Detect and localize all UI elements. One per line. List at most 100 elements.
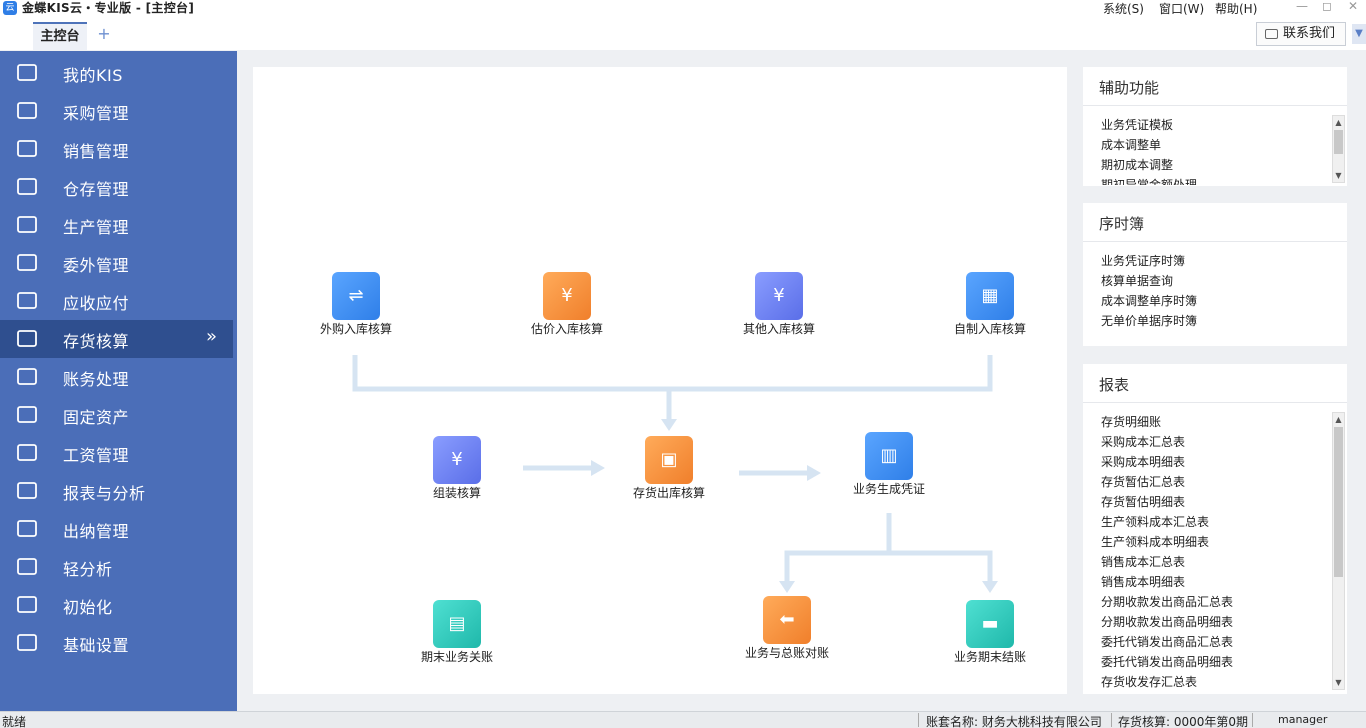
printer-icon[interactable]: ▬ bbox=[966, 600, 1014, 648]
account-name: 账套名称: 财务大桃科技有限公司 bbox=[926, 715, 1102, 728]
panel-link[interactable]: 存货暂估汇总表 bbox=[1101, 472, 1329, 492]
reports-scrollbar[interactable]: ▲ ▼ bbox=[1332, 412, 1345, 690]
panel-link[interactable]: 存货暂估明细表 bbox=[1101, 492, 1329, 512]
calculator-icon[interactable]: ▦ bbox=[966, 272, 1014, 320]
sidebar-item-label: 账务处理 bbox=[63, 370, 130, 389]
expand-chevron-icon[interactable]: » bbox=[206, 326, 217, 347]
sidebar-item[interactable]: 我的KIS bbox=[0, 54, 233, 92]
contact-us-button[interactable]: 联系我们 bbox=[1256, 22, 1346, 46]
sidebar-item-label: 出纳管理 bbox=[63, 522, 130, 541]
panel-link[interactable]: 存货明细账 bbox=[1101, 412, 1329, 432]
sidebar-item[interactable]: 销售管理 bbox=[0, 130, 233, 168]
aux-functions-title: 辅助功能 bbox=[1099, 79, 1160, 97]
sidebar-item[interactable]: 出纳管理 bbox=[0, 510, 233, 548]
sidebar: 我的KIS 采购管理销售管理仓存管理生产管理委外管理应收应付存货核算 » 账务处理固定… bbox=[0, 51, 237, 711]
flow-node-label[interactable]: 业务与总账对账 bbox=[727, 644, 847, 661]
tab-strip: 主控台 + 联系我们 ▼ bbox=[0, 16, 1366, 50]
panel-link[interactable]: 分期收款发出商品明细表 bbox=[1101, 612, 1329, 632]
add-tab-icon[interactable]: + bbox=[94, 24, 114, 44]
sidebar-item-label: 销售管理 bbox=[63, 142, 130, 161]
panel-link[interactable]: 期初异常金额处理 bbox=[1101, 175, 1329, 185]
sidebar-item[interactable]: 轻分析 bbox=[0, 548, 233, 586]
sidebar-item[interactable]: 仓存管理 bbox=[0, 168, 233, 206]
sidebar-item-label: 委外管理 bbox=[63, 256, 130, 275]
connector-voucher-to-close bbox=[889, 550, 993, 583]
scroll-up-icon[interactable]: ▲ bbox=[1333, 413, 1344, 426]
flow-node-label[interactable]: 外购入库核算 bbox=[296, 320, 416, 337]
sidebar-item[interactable]: 生产管理 bbox=[0, 206, 233, 244]
panel-link[interactable]: 成本调整单 bbox=[1101, 135, 1329, 155]
panel-link[interactable]: 分期收款发出商品汇总表 bbox=[1101, 592, 1329, 612]
sidebar-item[interactable]: 账务处理 bbox=[0, 358, 233, 396]
minimize-icon[interactable]: — bbox=[1296, 0, 1308, 13]
sidebar-item[interactable]: 委外管理 bbox=[0, 244, 233, 282]
assembly-icon[interactable]: ¥ bbox=[433, 436, 481, 484]
flow-node-label[interactable]: 其他入库核算 bbox=[719, 320, 839, 337]
sidebar-item-label: 应收应付 bbox=[63, 294, 130, 313]
sidebar-item[interactable]: 存货核算 » bbox=[0, 320, 233, 358]
panel-link[interactable]: 销售成本汇总表 bbox=[1101, 552, 1329, 572]
aux-scrollbar[interactable]: ▲ ▼ bbox=[1332, 115, 1345, 183]
flow-node-label[interactable]: 自制入库核算 bbox=[930, 320, 1050, 337]
restore-icon[interactable]: ◻ bbox=[1322, 0, 1332, 13]
boxes-icon[interactable]: ▣ bbox=[645, 436, 693, 484]
scroll-down-icon[interactable]: ▼ bbox=[1333, 169, 1344, 182]
sidebar-item[interactable]: 工资管理 bbox=[0, 434, 233, 472]
sidebar-item[interactable]: 固定资产 bbox=[0, 396, 233, 434]
yen-box-icon bbox=[15, 291, 39, 311]
flow-node-label[interactable]: 估价入库核算 bbox=[507, 320, 627, 337]
flow-node-label[interactable]: 存货出库核算 bbox=[609, 484, 729, 501]
panel-link[interactable]: 销售成本明细表 bbox=[1101, 572, 1329, 592]
menu-help[interactable]: 帮助(H) bbox=[1215, 0, 1257, 17]
salary-icon bbox=[15, 443, 39, 463]
current-user: manager bbox=[1278, 713, 1328, 726]
message-icon bbox=[1265, 29, 1278, 39]
gear-icon bbox=[15, 633, 39, 653]
sidebar-item[interactable]: 采购管理 bbox=[0, 92, 233, 130]
panel-link[interactable]: 成本调整单序时簿 bbox=[1101, 291, 1329, 311]
scroll-thumb[interactable] bbox=[1334, 130, 1343, 154]
house-icon bbox=[15, 177, 39, 197]
reconcile-icon[interactable]: ⬅ bbox=[763, 596, 811, 644]
panel-link[interactable]: 采购成本汇总表 bbox=[1101, 432, 1329, 452]
panel-link[interactable]: 业务凭证模板 bbox=[1101, 115, 1329, 135]
panel-link[interactable]: 无单价单据序时簿 bbox=[1101, 311, 1329, 331]
scroll-up-icon[interactable]: ▲ bbox=[1333, 116, 1344, 129]
exchange-icon[interactable]: ⇌ bbox=[332, 272, 380, 320]
yen-doc-icon[interactable]: ¥ bbox=[755, 272, 803, 320]
flow-node-label[interactable]: 组装核算 bbox=[397, 484, 517, 501]
voucher-icon[interactable]: ▥ bbox=[865, 432, 913, 480]
tab-main-console[interactable]: 主控台 bbox=[33, 22, 87, 50]
status-text: 就绪 bbox=[2, 715, 27, 728]
scroll-thumb[interactable] bbox=[1334, 427, 1343, 577]
close-icon[interactable]: ✕ bbox=[1348, 0, 1358, 13]
sidebar-item[interactable]: 应收应付 bbox=[0, 282, 233, 320]
menu-system[interactable]: 系统(S) bbox=[1103, 0, 1144, 17]
sidebar-item[interactable]: 初始化 bbox=[0, 586, 233, 624]
scroll-down-icon[interactable]: ▼ bbox=[1333, 676, 1344, 689]
connector-voucher-to-reconcile bbox=[784, 513, 892, 583]
panel-link[interactable]: 核算单据查询 bbox=[1101, 271, 1329, 291]
estimate-chart-icon[interactable]: ¥ bbox=[543, 272, 591, 320]
flow-node-label[interactable]: 期末业务关账 bbox=[397, 648, 517, 665]
panel-link[interactable]: 委托代销发出商品汇总表 bbox=[1101, 632, 1329, 652]
panel-link[interactable]: 存货收发存汇总表 bbox=[1101, 672, 1329, 692]
sidebar-item-label: 存货核算 bbox=[63, 332, 130, 351]
panel-link[interactable]: 生产领料成本汇总表 bbox=[1101, 512, 1329, 532]
panel-link[interactable]: 期初成本调整 bbox=[1101, 155, 1329, 175]
panel-link[interactable]: 委托代销发出商品明细表 bbox=[1101, 652, 1329, 672]
flow-node-label[interactable]: 业务生成凭证 bbox=[829, 480, 949, 497]
menu-window[interactable]: 窗口(W) bbox=[1159, 0, 1204, 17]
panel-link[interactable]: 业务凭证序时簿 bbox=[1101, 251, 1329, 271]
sidebar-item[interactable]: 报表与分析 bbox=[0, 472, 233, 510]
panel-link[interactable]: 采购成本明细表 bbox=[1101, 452, 1329, 472]
panel-link[interactable]: 生产领料成本明细表 bbox=[1101, 532, 1329, 552]
journal-list: 业务凭证序时簿 核算单据查询 成本调整单序时簿 无单价单据序时簿 bbox=[1101, 251, 1329, 337]
notebook-icon[interactable]: ▤ bbox=[433, 600, 481, 648]
collapse-panel-icon[interactable]: ▼ bbox=[1352, 24, 1366, 44]
sidebar-item-label: 生产管理 bbox=[63, 218, 130, 237]
status-bar: 就绪 账套名称: 财务大桃科技有限公司 存货核算: 0000年第0期 manag… bbox=[0, 711, 1366, 728]
flow-node-label[interactable]: 业务期末结账 bbox=[930, 648, 1050, 665]
hexagon-icon bbox=[15, 215, 39, 235]
sidebar-item[interactable]: 基础设置 bbox=[0, 624, 233, 662]
